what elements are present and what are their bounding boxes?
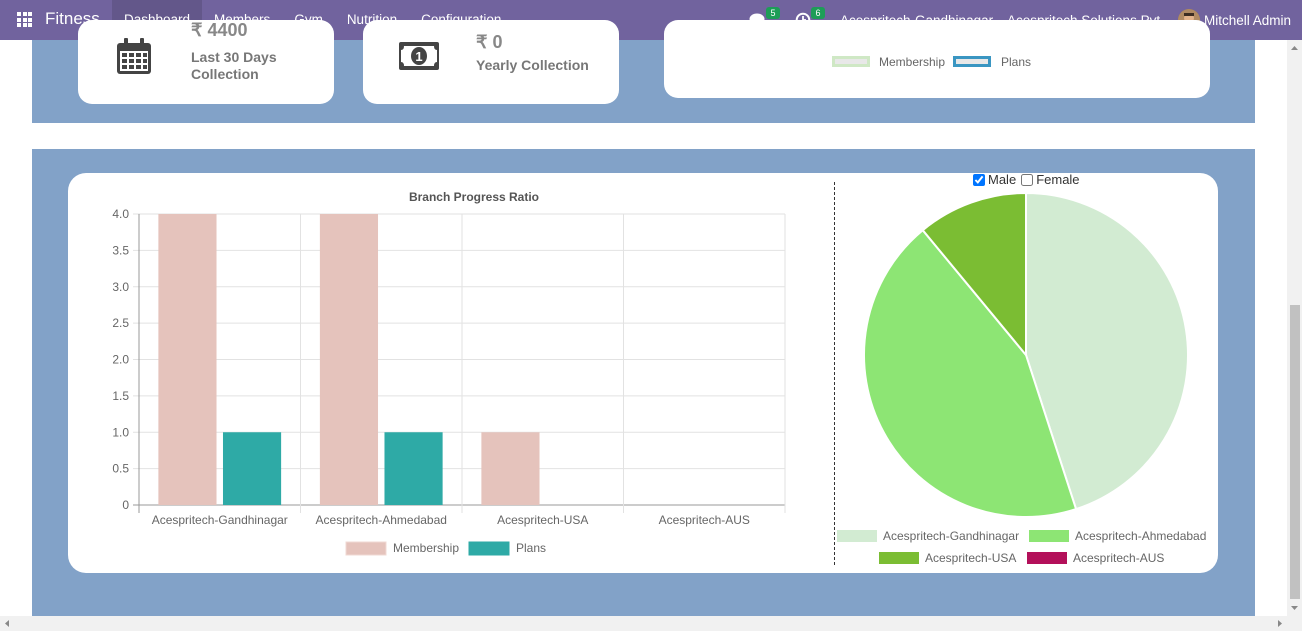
legend-swatch-acespritech-aus: [1027, 552, 1067, 564]
male-checkbox[interactable]: [973, 173, 985, 186]
legend-swatch-acespritech-ahmedabad: [1029, 530, 1069, 542]
calendar-icon: [117, 38, 151, 74]
legend-label-membership[interactable]: Membership: [879, 55, 945, 69]
y-tick-label: 1.5: [112, 389, 129, 403]
legend-label-membership: Membership: [393, 541, 459, 555]
yearly-value: ₹ 0: [476, 32, 503, 52]
horizontal-scrollbar[interactable]: [0, 616, 1302, 631]
y-tick-label: 0.5: [112, 462, 129, 476]
legend-label-acespritech-aus: Acespritech-AUS: [1073, 551, 1164, 565]
last30-title-line2: Collection: [191, 66, 259, 82]
y-tick-label: 3.0: [112, 280, 129, 294]
chart-title: Branch Progress Ratio: [409, 190, 539, 204]
x-tick-label: Acespritech-Ahmedabad: [316, 513, 447, 527]
scroll-left-arrow-icon[interactable]: [3, 619, 11, 628]
y-tick-label: 4.0: [112, 207, 129, 221]
legend-swatch-plans[interactable]: [953, 56, 991, 67]
female-checkbox[interactable]: [1021, 173, 1034, 186]
bar-membership-acespritech-ahmedabad: [319, 214, 379, 505]
y-tick-label: 0: [122, 498, 129, 512]
y-tick-label: 2.5: [112, 316, 129, 330]
bar-plans-acespritech-ahmedabad: [384, 432, 443, 505]
scroll-right-arrow-icon[interactable]: [1276, 619, 1284, 628]
bar-plans-acespritech-gandhinagar: [222, 432, 282, 505]
x-tick-label: Acespritech-Gandhinagar: [152, 513, 288, 527]
scroll-occluder: [78, 0, 334, 40]
legend-label-acespritech-usa: Acespritech-USA: [925, 551, 1016, 565]
activities-count-badge: 6: [811, 7, 825, 19]
y-tick-label: 3.5: [112, 243, 129, 257]
last30-title-line1: Last 30 Days: [191, 49, 277, 65]
legend-label-plans: Plans: [516, 541, 546, 555]
legend-label-acespritech-ahmedabad: Acespritech-Ahmedabad: [1075, 529, 1206, 543]
y-tick-label: 2.0: [112, 353, 129, 367]
bar-membership-acespritech-gandhinagar: [158, 214, 217, 505]
scroll-down-arrow-icon[interactable]: [1290, 604, 1299, 612]
yearly-title: Yearly Collection: [476, 57, 589, 73]
x-tick-label: Acespritech-USA: [497, 513, 588, 527]
branch-member-pie-chart: Acespritech-Gandhinagar Acespritech-Ahmed…: [837, 191, 1206, 565]
scroll-up-arrow-icon[interactable]: [1290, 44, 1299, 52]
legend-label-plans[interactable]: Plans: [1001, 55, 1031, 69]
legend-swatch-acespritech-gandhinagar: [837, 530, 877, 542]
banknote-icon: 1: [399, 42, 439, 70]
vertical-scrollbar-thumb[interactable]: [1290, 305, 1300, 599]
branch-progress-bar-chart: Branch Progress Ratio 0 0.5 1.0 1.5 2.0 2.5 3.0…: [112, 190, 786, 556]
top-chart-card: Membership Plans: [664, 20, 1210, 98]
chart-divider: [834, 182, 835, 565]
legend-swatch-membership[interactable]: [832, 56, 870, 67]
legend-swatch-membership: [345, 541, 387, 556]
yearly-card: 1 ₹ 0 Yearly Collection: [363, 20, 619, 104]
legend-swatch-plans: [468, 541, 510, 556]
x-tick-label: Acespritech-AUS: [659, 513, 750, 527]
legend-label-acespritech-gandhinagar: Acespritech-Gandhinagar: [883, 529, 1019, 543]
bar-membership-acespritech-usa: [481, 432, 540, 505]
y-tick-label: 1.0: [112, 425, 129, 439]
svg-text:1: 1: [415, 49, 422, 64]
user-menu[interactable]: Mitchell Admin: [1204, 0, 1291, 40]
messages-count-badge: 5: [766, 7, 780, 19]
legend-swatch-acespritech-usa: [879, 552, 919, 564]
apps-menu-icon[interactable]: [17, 12, 32, 27]
